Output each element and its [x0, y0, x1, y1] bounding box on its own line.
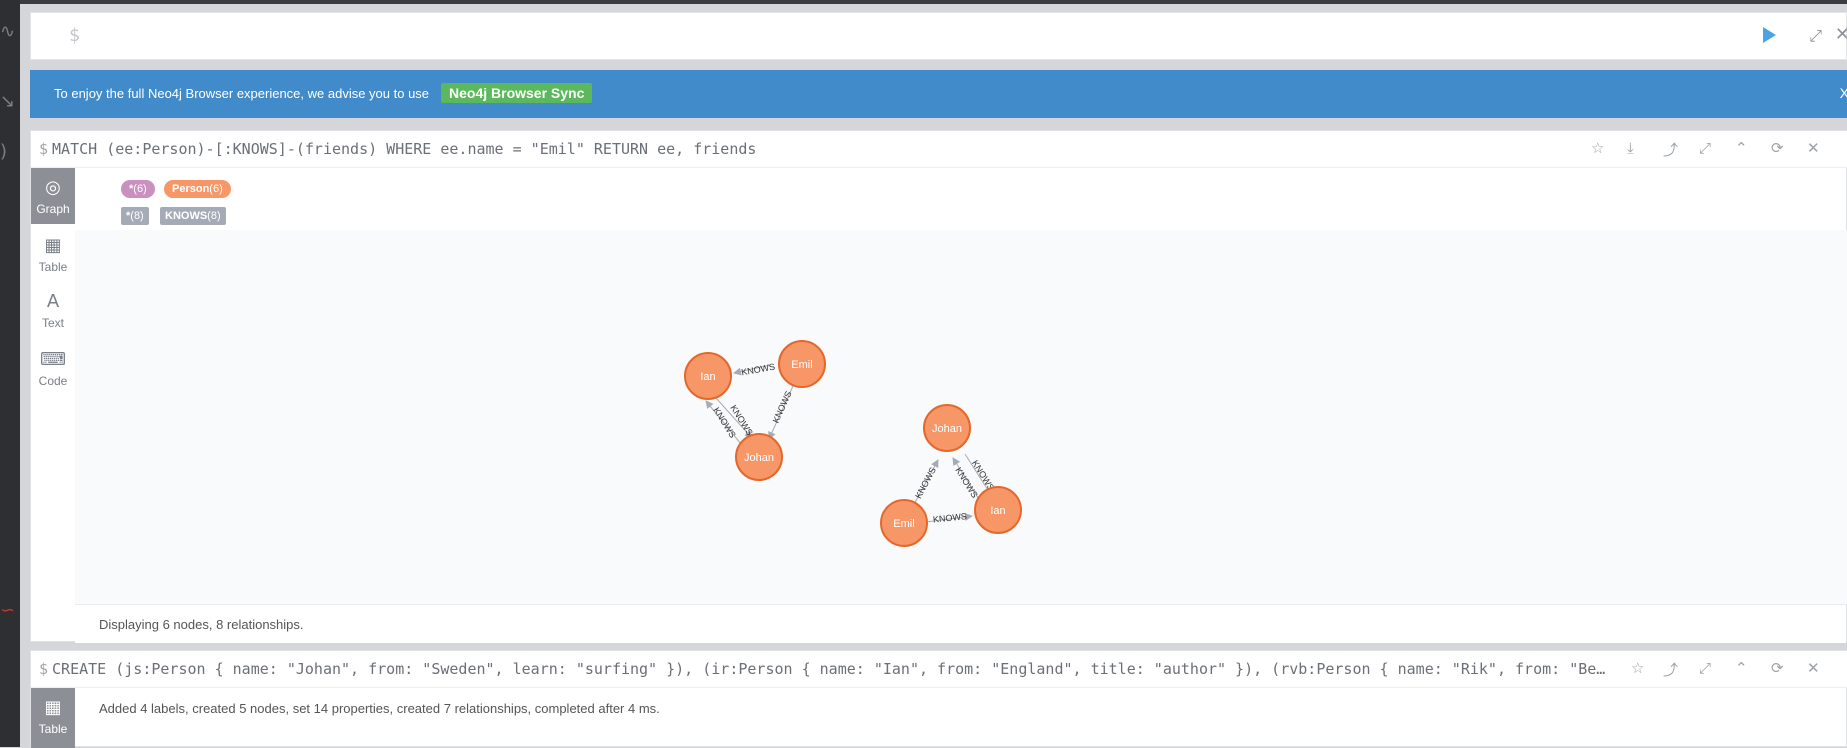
- legend-count: (6): [209, 183, 223, 195]
- node-ian-2[interactable]: Ian: [974, 486, 1022, 534]
- view-tabs: ◎ Graph ▦ Table A Text ⌨ Code: [31, 168, 75, 641]
- tab-table-label: Table: [38, 722, 68, 736]
- node-johan-2[interactable]: Johan: [923, 404, 971, 452]
- legend-count: (8): [207, 210, 221, 222]
- frame-query-text[interactable]: $ MATCH (ee:Person)-[:KNOWS]-(friends) WH…: [39, 140, 1609, 158]
- node-label: Johan: [932, 423, 962, 435]
- collapse-icon[interactable]: ⌃: [1735, 139, 1748, 157]
- query-editor[interactable]: $ ⤢ ✕: [30, 12, 1847, 60]
- legend-count: (6): [133, 183, 147, 195]
- editor-prompt: $: [69, 25, 80, 46]
- text-icon: A: [46, 291, 60, 312]
- tab-text-label: Text: [41, 316, 64, 330]
- pin-icon[interactable]: ⤴: [1663, 139, 1678, 160]
- code-icon: ⌨: [40, 349, 66, 370]
- sync-banner: To enjoy the full Neo4j Browser experien…: [30, 70, 1847, 118]
- top-bar: [0, 0, 1847, 4]
- play-icon[interactable]: [1763, 27, 1776, 43]
- download-icon[interactable]: ⤓: [1627, 139, 1634, 157]
- node-emil[interactable]: Emil: [778, 340, 826, 388]
- result-frame-create: $ CREATE (js:Person { name: "Johan", from…: [30, 650, 1847, 748]
- tab-text[interactable]: A Text: [31, 282, 75, 338]
- graph-svg[interactable]: KNOWS KNOWS KNOWS KNOWS KNOWS KNOWS KNOW…: [75, 230, 1847, 604]
- collapse-icon[interactable]: ⌃: [1735, 659, 1748, 677]
- tab-graph[interactable]: ◎ Graph: [31, 168, 75, 224]
- node-label: Emil: [893, 518, 914, 530]
- tab-table[interactable]: ▦ Table: [31, 226, 75, 282]
- rel-label: KNOWS: [932, 511, 967, 525]
- legend-label: KNOWS: [165, 210, 208, 222]
- tab-code-label: Code: [38, 374, 68, 388]
- tab-table[interactable]: ▦ Table: [31, 688, 75, 748]
- legend-count: (8): [130, 210, 144, 222]
- legend-all-nodes[interactable]: *(6): [121, 180, 155, 198]
- rel-label: KNOWS: [913, 466, 938, 501]
- query-prompt: $: [39, 140, 49, 158]
- query-string: MATCH (ee:Person)-[:KNOWS]-(friends) WHE…: [52, 140, 757, 158]
- query-string: CREATE (js:Person { name: "Johan", from:…: [52, 660, 1609, 678]
- table-icon: ▦: [44, 697, 62, 718]
- favorite-icon[interactable]: ☆: [1591, 139, 1604, 157]
- favorite-icon[interactable]: ☆: [1631, 659, 1644, 677]
- legend-label: Person: [172, 183, 210, 195]
- close-icon[interactable]: ✕: [1835, 24, 1847, 45]
- rerun-icon[interactable]: ⟳: [1771, 659, 1784, 677]
- rel-label: KNOWS: [771, 389, 794, 424]
- pin-icon[interactable]: ⤴: [1663, 659, 1678, 680]
- node-ian[interactable]: Ian: [684, 352, 732, 400]
- close-frame-icon[interactable]: ✕: [1807, 139, 1820, 157]
- node-emil-2[interactable]: Emil: [880, 499, 928, 547]
- frame-status-bar: Displaying 6 nodes, 8 relationships.: [75, 604, 1846, 643]
- status-text: Displaying 6 nodes, 8 relationships.: [99, 617, 304, 632]
- node-label: Ian: [700, 371, 715, 383]
- node-label: Ian: [990, 505, 1005, 517]
- frame-query-bar[interactable]: $ CREATE (js:Person { name: "Johan", from…: [31, 651, 1847, 688]
- query-prompt: $: [39, 660, 49, 678]
- legend-all-rels[interactable]: *(8): [121, 207, 149, 225]
- tab-graph-label: Graph: [36, 202, 70, 216]
- expand-icon[interactable]: ⤢: [1809, 26, 1822, 46]
- legend-person-label[interactable]: Person(6): [164, 180, 231, 198]
- settings-icon[interactable]: ∽: [0, 601, 20, 621]
- result-frame-graph: $ MATCH (ee:Person)-[:KNOWS]-(friends) WH…: [30, 130, 1847, 643]
- legend-knows-rel[interactable]: KNOWS(8): [160, 207, 226, 225]
- star-icon[interactable]: ↘: [0, 92, 20, 112]
- browser-sync-button[interactable]: Neo4j Browser Sync: [441, 83, 593, 103]
- view-tabs: ▦ Table: [31, 688, 75, 748]
- database-icon[interactable]: ∿: [0, 22, 20, 42]
- rerun-icon[interactable]: ⟳: [1771, 139, 1784, 157]
- sidebar: ∿ ↘ ) ∽: [0, 0, 20, 747]
- banner-message: To enjoy the full Neo4j Browser experien…: [54, 86, 430, 101]
- info-icon[interactable]: ): [0, 142, 20, 162]
- node-label: Johan: [744, 452, 774, 464]
- fullscreen-icon[interactable]: ⤢: [1699, 659, 1711, 677]
- frame-query-text[interactable]: $ CREATE (js:Person { name: "Johan", from…: [39, 660, 1609, 678]
- banner-close-button[interactable]: X: [1840, 85, 1847, 101]
- frame-query-bar[interactable]: $ MATCH (ee:Person)-[:KNOWS]-(friends) WH…: [31, 131, 1847, 168]
- close-frame-icon[interactable]: ✕: [1807, 659, 1820, 677]
- result-message: Added 4 labels, created 5 nodes, set 14 …: [99, 701, 660, 716]
- node-label: Emil: [791, 359, 812, 371]
- graph-legend: *(6) Person(6) *(8) KNOWS(8): [75, 168, 1846, 230]
- graph-canvas[interactable]: KNOWS KNOWS KNOWS KNOWS KNOWS KNOWS KNOW…: [75, 230, 1847, 604]
- graph-icon: ◎: [45, 177, 61, 198]
- node-johan[interactable]: Johan: [735, 433, 783, 481]
- rel-label: KNOWS: [741, 362, 776, 378]
- fullscreen-icon[interactable]: ⤢: [1699, 139, 1711, 157]
- tab-table-label: Table: [38, 260, 68, 274]
- table-icon: ▦: [44, 235, 62, 256]
- tab-code[interactable]: ⌨ Code: [31, 340, 75, 396]
